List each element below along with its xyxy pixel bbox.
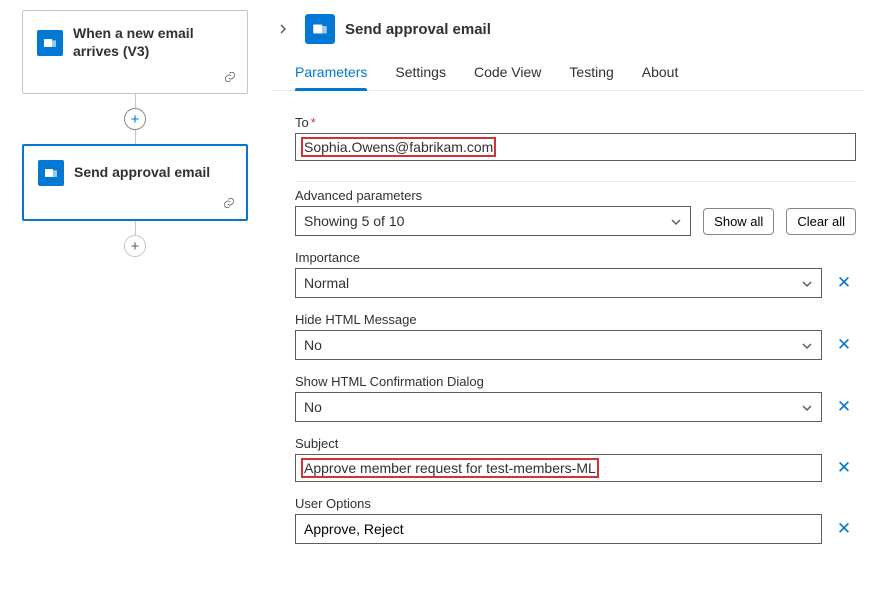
remove-user-options-button[interactable]: ✕ (832, 517, 856, 541)
chevron-down-icon (670, 215, 682, 227)
connector: + (8, 94, 262, 144)
link-icon (222, 196, 236, 213)
advanced-params-select[interactable]: Showing 5 of 10 (295, 206, 691, 236)
link-icon (223, 70, 237, 87)
outlook-icon (38, 160, 64, 186)
action-node[interactable]: Send approval email (22, 144, 248, 221)
user-options-label: User Options (295, 496, 856, 511)
importance-select[interactable]: Normal (295, 268, 822, 298)
parameters-form: To* Sophia.Owens@fabrikam.com Advanced p… (271, 91, 864, 544)
panel-title: Send approval email (345, 21, 491, 38)
show-conf-select[interactable]: No (295, 392, 822, 422)
to-value-highlight: Sophia.Owens@fabrikam.com (301, 137, 496, 157)
action-title: Send approval email (74, 164, 210, 182)
tab-bar: Parameters Settings Code View Testing Ab… (271, 46, 864, 91)
tab-about[interactable]: About (642, 64, 679, 90)
subject-label: Subject (295, 436, 856, 451)
hide-html-label: Hide HTML Message (295, 312, 856, 327)
add-step-button[interactable]: + (124, 235, 146, 257)
outlook-icon (305, 14, 335, 44)
remove-importance-button[interactable]: ✕ (832, 271, 856, 295)
tab-parameters[interactable]: Parameters (295, 64, 367, 90)
advanced-params-label: Advanced parameters (295, 188, 856, 203)
tab-settings[interactable]: Settings (395, 64, 446, 90)
show-conf-label: Show HTML Confirmation Dialog (295, 374, 856, 389)
collapse-chevron-icon[interactable] (271, 23, 295, 35)
remove-hide-html-button[interactable]: ✕ (832, 333, 856, 357)
tab-testing[interactable]: Testing (569, 64, 613, 90)
remove-subject-button[interactable]: ✕ (832, 456, 856, 480)
clear-all-button[interactable]: Clear all (786, 208, 856, 235)
advanced-params-value: Showing 5 of 10 (304, 213, 404, 229)
divider (295, 181, 856, 182)
chevron-down-icon (801, 339, 813, 351)
connector: + (8, 221, 262, 257)
hide-html-select[interactable]: No (295, 330, 822, 360)
chevron-down-icon (801, 401, 813, 413)
flow-canvas: When a new email arrives (V3) + Send app… (0, 0, 270, 600)
importance-label: Importance (295, 250, 856, 265)
trigger-node[interactable]: When a new email arrives (V3) (22, 10, 248, 94)
to-input[interactable]: Sophia.Owens@fabrikam.com (295, 133, 856, 161)
outlook-icon (37, 30, 63, 56)
tab-code-view[interactable]: Code View (474, 64, 541, 90)
subject-input[interactable]: Approve member request for test-members-… (295, 454, 822, 482)
user-options-input[interactable] (295, 514, 822, 544)
chevron-down-icon (801, 277, 813, 289)
insert-step-button[interactable]: + (124, 108, 146, 130)
trigger-title: When a new email arrives (V3) (73, 25, 233, 60)
subject-value-highlight: Approve member request for test-members-… (301, 458, 599, 478)
to-label: To* (295, 115, 856, 130)
show-all-button[interactable]: Show all (703, 208, 774, 235)
remove-show-conf-button[interactable]: ✕ (832, 395, 856, 419)
details-panel: Send approval email Parameters Settings … (270, 0, 870, 600)
